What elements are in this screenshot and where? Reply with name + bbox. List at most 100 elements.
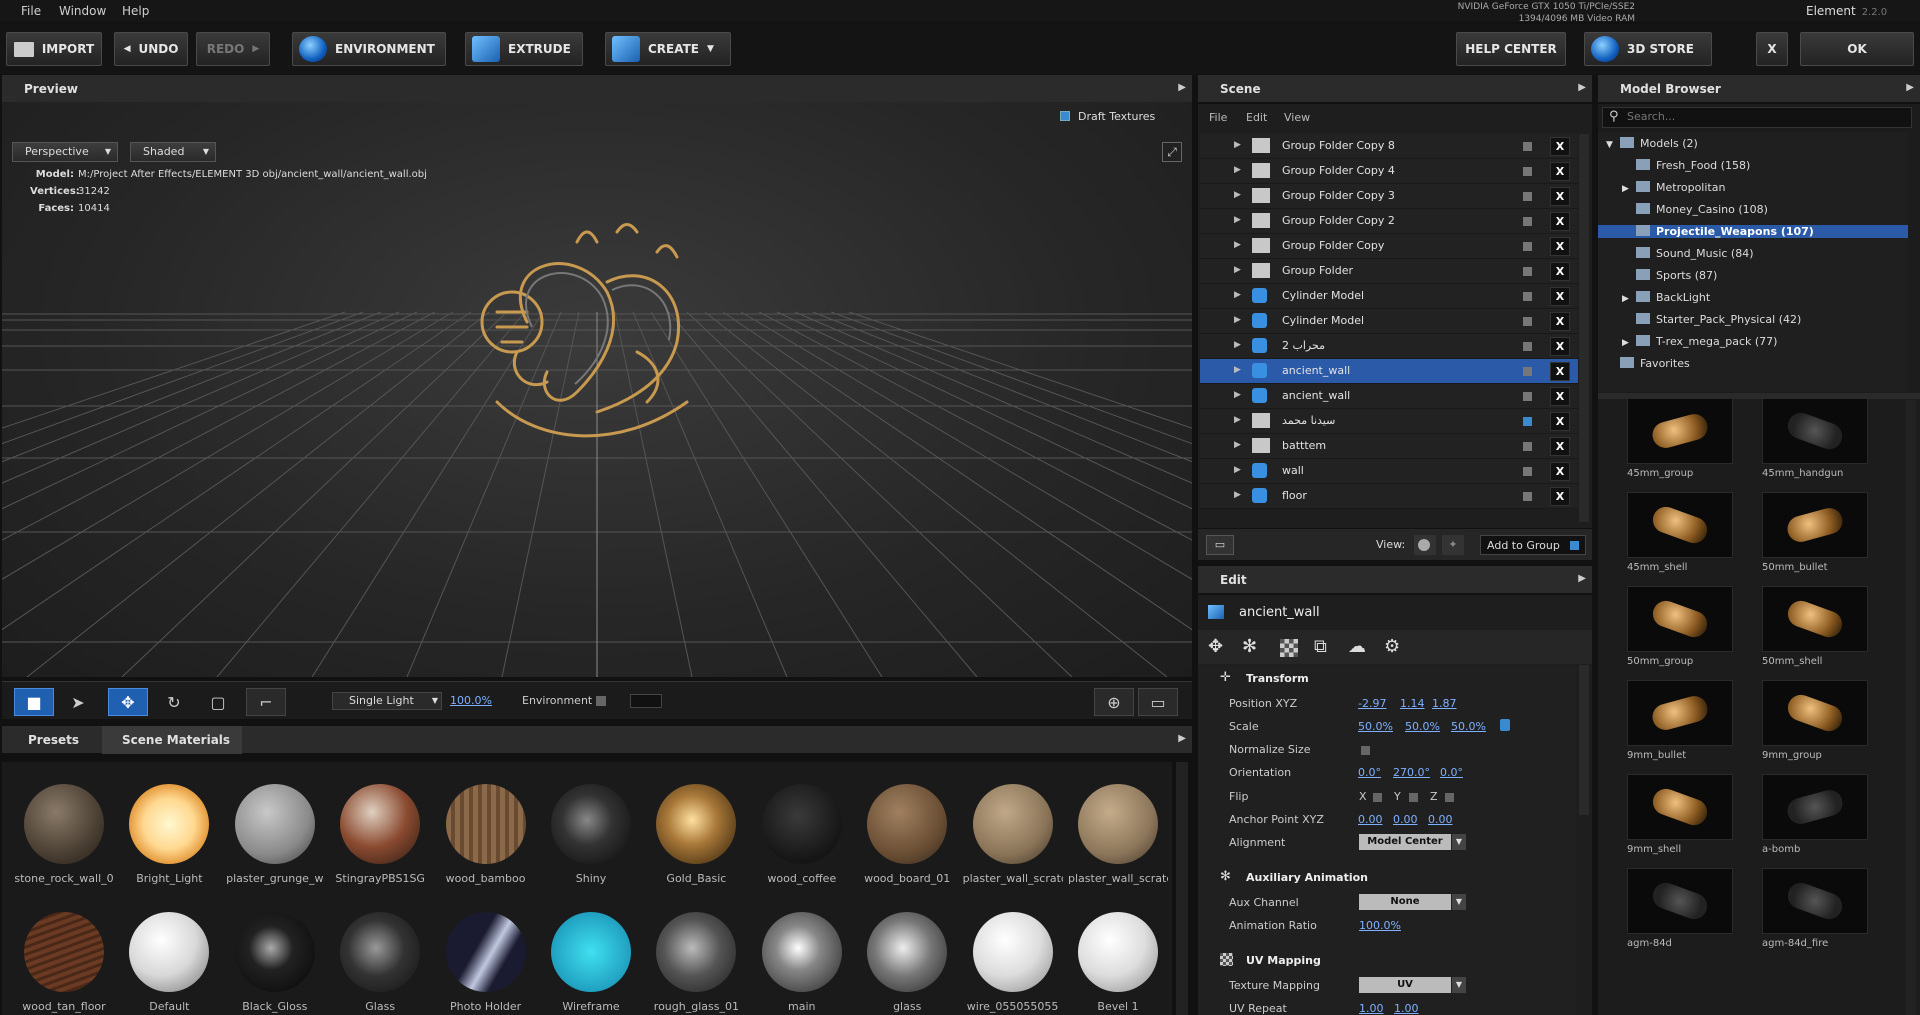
scene-menu-view[interactable]: View bbox=[1284, 111, 1310, 124]
material-item[interactable]: Shiny bbox=[541, 784, 641, 885]
flip-z-checkbox[interactable] bbox=[1445, 793, 1454, 802]
menu-help[interactable]: Help bbox=[122, 4, 149, 18]
chevron-down-icon[interactable]: ▼ bbox=[1452, 834, 1466, 850]
material-item[interactable]: Default bbox=[119, 912, 219, 1013]
expand-arrow-icon[interactable]: ▶ bbox=[1234, 290, 1241, 300]
aux-channel-dropdown[interactable]: None bbox=[1359, 894, 1451, 910]
scene-row[interactable]: ▶ Cylinder Model X bbox=[1200, 284, 1578, 309]
delete-icon[interactable]: X bbox=[1550, 312, 1570, 331]
sphere-view-icon[interactable] bbox=[1414, 535, 1436, 555]
visibility-toggle[interactable] bbox=[1523, 142, 1532, 151]
chevron-down-icon[interactable]: ▼ bbox=[1452, 977, 1466, 993]
new-folder-icon[interactable]: ▭ bbox=[1206, 535, 1234, 555]
scene-row[interactable]: ▶ سيدنا محمد X bbox=[1200, 409, 1578, 434]
visibility-toggle[interactable] bbox=[1523, 267, 1532, 276]
undo-button[interactable]: ◀ UNDO bbox=[114, 32, 188, 66]
scene-row[interactable]: ▶ ancient_wall X bbox=[1200, 359, 1578, 384]
browser-tree-item[interactable]: Fresh_Food (158) bbox=[1622, 159, 1750, 172]
environment-swatch[interactable] bbox=[630, 694, 662, 708]
model-thumbnail[interactable]: 50mm_group bbox=[1627, 586, 1733, 667]
anim-ratio-value[interactable]: 100.0% bbox=[1359, 919, 1401, 932]
material-item[interactable]: Bright_Light bbox=[119, 784, 219, 885]
ok-button[interactable]: OK bbox=[1800, 32, 1914, 66]
expand-arrow-icon[interactable]: ▶ bbox=[1234, 490, 1241, 500]
scene-row[interactable]: ▶ Group Folder Copy 4 X bbox=[1200, 159, 1578, 184]
maximize-icon[interactable]: ⤢ bbox=[1162, 142, 1182, 162]
material-item[interactable]: Black_Gloss bbox=[225, 912, 325, 1013]
scene-menu-edit[interactable]: Edit bbox=[1246, 111, 1267, 124]
3d-viewport[interactable] bbox=[2, 102, 1192, 677]
material-tab-icon[interactable] bbox=[1280, 639, 1298, 657]
transform-tab-icon[interactable]: ✥ bbox=[1208, 636, 1223, 657]
scene-scrollbar[interactable] bbox=[1579, 134, 1589, 522]
scene-row[interactable]: ▶ Group Folder Copy 3 X bbox=[1200, 184, 1578, 209]
visibility-toggle[interactable] bbox=[1523, 192, 1532, 201]
select-tool-icon[interactable]: ➤ bbox=[58, 688, 98, 716]
model-thumbnail[interactable]: 9mm_bullet bbox=[1627, 680, 1733, 761]
display-icon[interactable]: ▭ bbox=[1138, 688, 1178, 716]
lighting-dropdown[interactable]: Single Light ▼ bbox=[332, 692, 442, 710]
add-to-group-button[interactable]: Add to Group bbox=[1480, 535, 1586, 555]
visibility-toggle[interactable] bbox=[1523, 317, 1532, 326]
scene-row[interactable]: ▶ Group Folder Copy X bbox=[1200, 234, 1578, 259]
browser-tree-item[interactable]: ▶ BackLight bbox=[1622, 291, 1710, 304]
anchor-y[interactable]: 0.00 bbox=[1393, 813, 1418, 826]
uv-repeat-v[interactable]: 1.00 bbox=[1394, 1002, 1419, 1015]
orientation-z[interactable]: 0.0° bbox=[1440, 766, 1463, 779]
expand-arrow-icon[interactable]: ▶ bbox=[1234, 240, 1241, 250]
expand-arrow-icon[interactable]: ▶ bbox=[1622, 184, 1636, 194]
close-button[interactable]: X bbox=[1756, 32, 1788, 66]
orientation-x[interactable]: 0.0° bbox=[1358, 766, 1381, 779]
scene-menu-file[interactable]: File bbox=[1209, 111, 1227, 124]
normalize-checkbox[interactable] bbox=[1361, 746, 1370, 755]
browser-tree-item[interactable]: Favorites bbox=[1606, 357, 1690, 370]
transform-section[interactable]: Transform bbox=[1246, 672, 1309, 685]
expand-arrow-icon[interactable]: ▶ bbox=[1234, 315, 1241, 325]
orientation-y[interactable]: 270.0° bbox=[1393, 766, 1430, 779]
expand-arrow-icon[interactable]: ▶ bbox=[1234, 415, 1241, 425]
expand-arrow-icon[interactable]: ▶ bbox=[1234, 465, 1241, 475]
delete-icon[interactable]: X bbox=[1550, 187, 1570, 206]
expand-arrow-icon[interactable]: ▶ bbox=[1234, 390, 1241, 400]
scene-row[interactable]: ▶ محراب 2 X bbox=[1200, 334, 1578, 359]
visibility-toggle[interactable] bbox=[1523, 167, 1532, 176]
position-y[interactable]: 1.14 bbox=[1400, 697, 1425, 710]
delete-icon[interactable]: X bbox=[1550, 462, 1570, 481]
anchor-z[interactable]: 0.00 bbox=[1428, 813, 1453, 826]
expand-arrow-icon[interactable]: ▶ bbox=[1622, 338, 1636, 348]
scene-row[interactable]: ▶ floor X bbox=[1200, 484, 1578, 509]
panel-menu-arrow-icon[interactable]: ▶ bbox=[1906, 82, 1914, 93]
scale-tool-icon[interactable]: ▢ bbox=[198, 688, 238, 716]
browser-tree-item[interactable]: Projectile_Weapons (107) bbox=[1598, 225, 1908, 238]
draft-textures-toggle[interactable]: Draft Textures bbox=[1060, 110, 1155, 123]
delete-icon[interactable]: X bbox=[1550, 387, 1570, 406]
delete-icon[interactable]: X bbox=[1550, 162, 1570, 181]
visibility-toggle[interactable] bbox=[1523, 392, 1532, 401]
visibility-toggle[interactable] bbox=[1523, 217, 1532, 226]
expand-arrow-icon[interactable]: ▶ bbox=[1234, 165, 1241, 175]
model-thumbnail[interactable]: a-bomb bbox=[1762, 774, 1868, 855]
browser-scrollbar[interactable] bbox=[1906, 400, 1916, 1015]
panel-menu-arrow-icon[interactable]: ▶ bbox=[1178, 733, 1186, 744]
scene-row[interactable]: ▶ Group Folder X bbox=[1200, 259, 1578, 284]
material-item[interactable]: wire_055055055 bbox=[963, 912, 1063, 1013]
scene-row[interactable]: ▶ Cylinder Model X bbox=[1200, 309, 1578, 334]
expand-arrow-icon[interactable]: ▶ bbox=[1622, 294, 1636, 304]
model-thumbnail[interactable]: 9mm_shell bbox=[1627, 774, 1733, 855]
material-item[interactable]: plaster_wall_scratc bbox=[963, 784, 1063, 885]
3d-store-button[interactable]: 3D STORE bbox=[1584, 32, 1712, 66]
material-item[interactable]: Gold_Basic bbox=[646, 784, 746, 885]
camera-tool-icon[interactable]: ■ bbox=[14, 688, 54, 716]
presets-tab[interactable]: Presets bbox=[28, 733, 79, 747]
material-item[interactable]: Photo Holder bbox=[436, 912, 536, 1013]
scale-y[interactable]: 50.0% bbox=[1405, 720, 1440, 733]
tex-map-dropdown[interactable]: UV bbox=[1359, 977, 1451, 993]
expand-arrow-icon[interactable]: ▶ bbox=[1234, 190, 1241, 200]
scene-materials-tab[interactable]: Scene Materials bbox=[122, 733, 230, 747]
help-center-button[interactable]: HELP CENTER bbox=[1456, 32, 1566, 66]
delete-icon[interactable]: X bbox=[1550, 437, 1570, 456]
model-thumbnail[interactable]: 50mm_shell bbox=[1762, 586, 1868, 667]
alignment-dropdown[interactable]: Model Center bbox=[1359, 834, 1451, 850]
settings-gear-icon[interactable]: ⚙ bbox=[1384, 636, 1400, 657]
scale-z[interactable]: 50.0% bbox=[1451, 720, 1486, 733]
